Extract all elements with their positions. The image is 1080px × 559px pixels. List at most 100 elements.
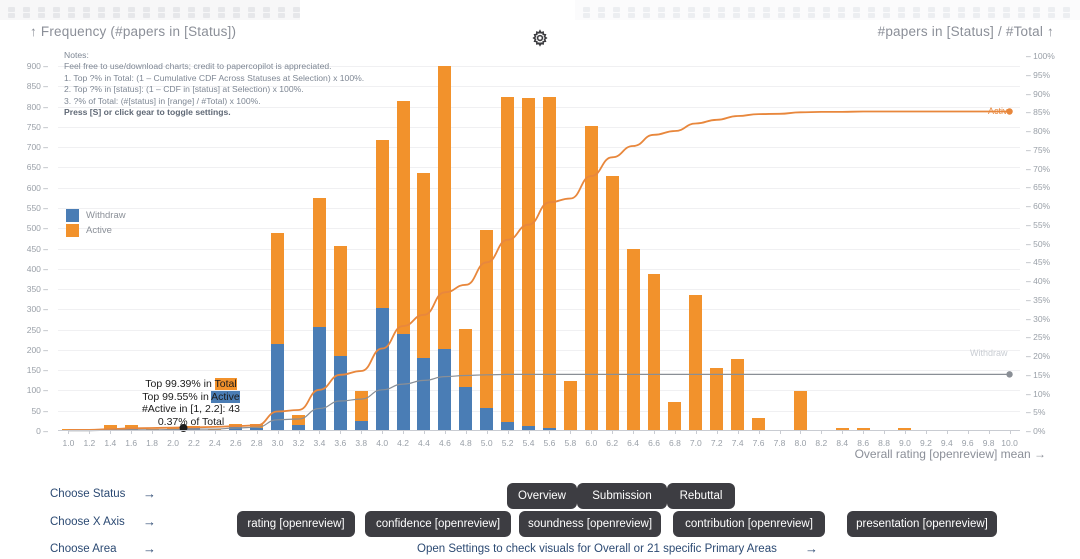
decoration-dot: [203, 13, 210, 18]
x-tick-label: 7.2: [710, 438, 723, 448]
x-tick-mark: [298, 431, 300, 434]
decoration-dot: [718, 7, 725, 12]
decoration-dot: [143, 7, 150, 12]
x-tick-mark: [842, 431, 844, 434]
decoration-dot: [278, 7, 285, 12]
y-tick-label-right: – 5%: [1026, 407, 1046, 418]
decoration-dot: [293, 13, 300, 18]
xaxis-button-2[interactable]: soundness [openreview]: [519, 511, 661, 537]
decoration-dot: [38, 13, 45, 18]
y-tick-label-left: 750 –: [26, 121, 48, 132]
decoration-dot: [1048, 13, 1055, 18]
y-tick-label-right: – 0%: [1026, 426, 1046, 436]
decoration-dot: [958, 13, 965, 18]
y-tick-label-left: 50 –: [31, 405, 48, 416]
x-tick-label: 8.2: [815, 438, 828, 448]
x-tick-label: 3.4: [313, 438, 326, 448]
decoration-dot: [838, 7, 845, 12]
legend-item-active[interactable]: Active: [66, 223, 126, 237]
decoration-dot: [943, 13, 950, 18]
y-tick-label-left: 250 –: [26, 324, 48, 335]
decoration-dot: [53, 13, 60, 18]
legend-item-withdraw[interactable]: Withdraw: [66, 208, 126, 222]
decoration-dot: [643, 13, 650, 18]
x-tick-label: 3.2: [292, 438, 305, 448]
y-tick-label-right: – 85%: [1026, 107, 1051, 118]
decoration-dot: [793, 13, 800, 18]
x-tick-mark: [361, 431, 363, 434]
x-tick-label: 3.8: [355, 438, 368, 448]
y-tick-label-left: 400 –: [26, 263, 48, 274]
xaxis-button-0[interactable]: rating [openreview]: [237, 511, 355, 537]
decoration-dot: [733, 13, 740, 18]
decoration-dot: [68, 13, 75, 18]
decoration-dot: [83, 13, 90, 18]
decoration-dot: [203, 7, 210, 12]
y-tick-label-left: 550 –: [26, 203, 48, 214]
x-tick-mark: [319, 431, 321, 434]
status-button-overview[interactable]: Overview: [507, 483, 577, 509]
decoration-dot: [98, 13, 105, 18]
decoration-dot: [868, 13, 875, 18]
x-tick-label: 5.8: [564, 438, 577, 448]
decoration-dot: [658, 7, 665, 12]
decoration-dot: [748, 7, 755, 12]
x-tick-mark: [423, 431, 425, 434]
x-tick-label: 8.0: [794, 438, 807, 448]
decoration-dot: [808, 7, 815, 12]
decoration-dot: [733, 7, 740, 12]
decoration-dot: [1063, 13, 1070, 18]
decoration-dot: [38, 7, 45, 12]
notes-line-5: Press [S] or click gear to toggle settin…: [64, 107, 231, 118]
x-tick-mark: [654, 431, 656, 434]
x-tick-label: 4.8: [459, 438, 472, 448]
decoration-dot: [673, 13, 680, 18]
decoration-dot: [958, 7, 965, 12]
decoration-dot: [613, 7, 620, 12]
x-tick-label: 6.6: [648, 438, 660, 448]
x-tick-mark: [444, 431, 446, 434]
x-tick-mark: [256, 431, 258, 434]
x-tick-label: 5.4: [522, 438, 535, 448]
decoration-dot: [823, 13, 830, 18]
x-tick-label: 7.4: [731, 438, 744, 448]
y-tick-label-right: – 80%: [1026, 126, 1051, 136]
decoration-dot: [763, 13, 770, 18]
decoration-dot: [158, 7, 165, 12]
y-tick-label-right: – 60%: [1026, 201, 1051, 211]
x-tick-label: 2.6: [229, 438, 242, 448]
decoration-dot: [158, 13, 165, 18]
x-tick-label: 5.6: [543, 438, 556, 448]
xaxis-button-4[interactable]: presentation [openreview]: [847, 511, 997, 537]
decoration-dot: [8, 13, 15, 18]
decoration-dot: [598, 13, 605, 18]
legend: Withdraw Active: [66, 208, 126, 238]
decoration-dot: [248, 13, 255, 18]
xaxis-button-3[interactable]: contribution [openreview]: [673, 511, 825, 537]
decoration-dot: [643, 7, 650, 12]
decoration-dot: [928, 13, 935, 18]
x-tick-label: 3.6: [334, 438, 347, 448]
y-tick-label-left: 350 –: [26, 284, 48, 295]
decoration-dot: [688, 7, 695, 12]
decoration-dot: [973, 13, 980, 18]
gear-icon[interactable]: [531, 29, 549, 47]
x-tick-mark: [173, 431, 175, 434]
decoration-dot: [188, 13, 195, 18]
x-tick-label: 2.4: [208, 438, 221, 448]
decoration-dot: [1003, 13, 1010, 18]
decoration-dot: [703, 13, 710, 18]
x-tick-mark: [946, 431, 948, 434]
decoration-dot: [763, 7, 770, 12]
xaxis-button-1[interactable]: confidence [openreview]: [365, 511, 511, 537]
x-tick-label: 4.2: [397, 438, 409, 448]
status-button-submission[interactable]: Submission: [577, 483, 667, 509]
decoration-dot: [8, 7, 15, 12]
legend-swatch-active: [66, 223, 79, 237]
status-button-rebuttal[interactable]: Rebuttal: [667, 483, 735, 509]
x-tick-mark: [737, 431, 739, 434]
x-tick-mark: [1009, 431, 1011, 434]
decoration-dot: [218, 7, 225, 12]
decoration-dot: [928, 7, 935, 12]
y-tick-label-right: – 45%: [1026, 257, 1051, 268]
